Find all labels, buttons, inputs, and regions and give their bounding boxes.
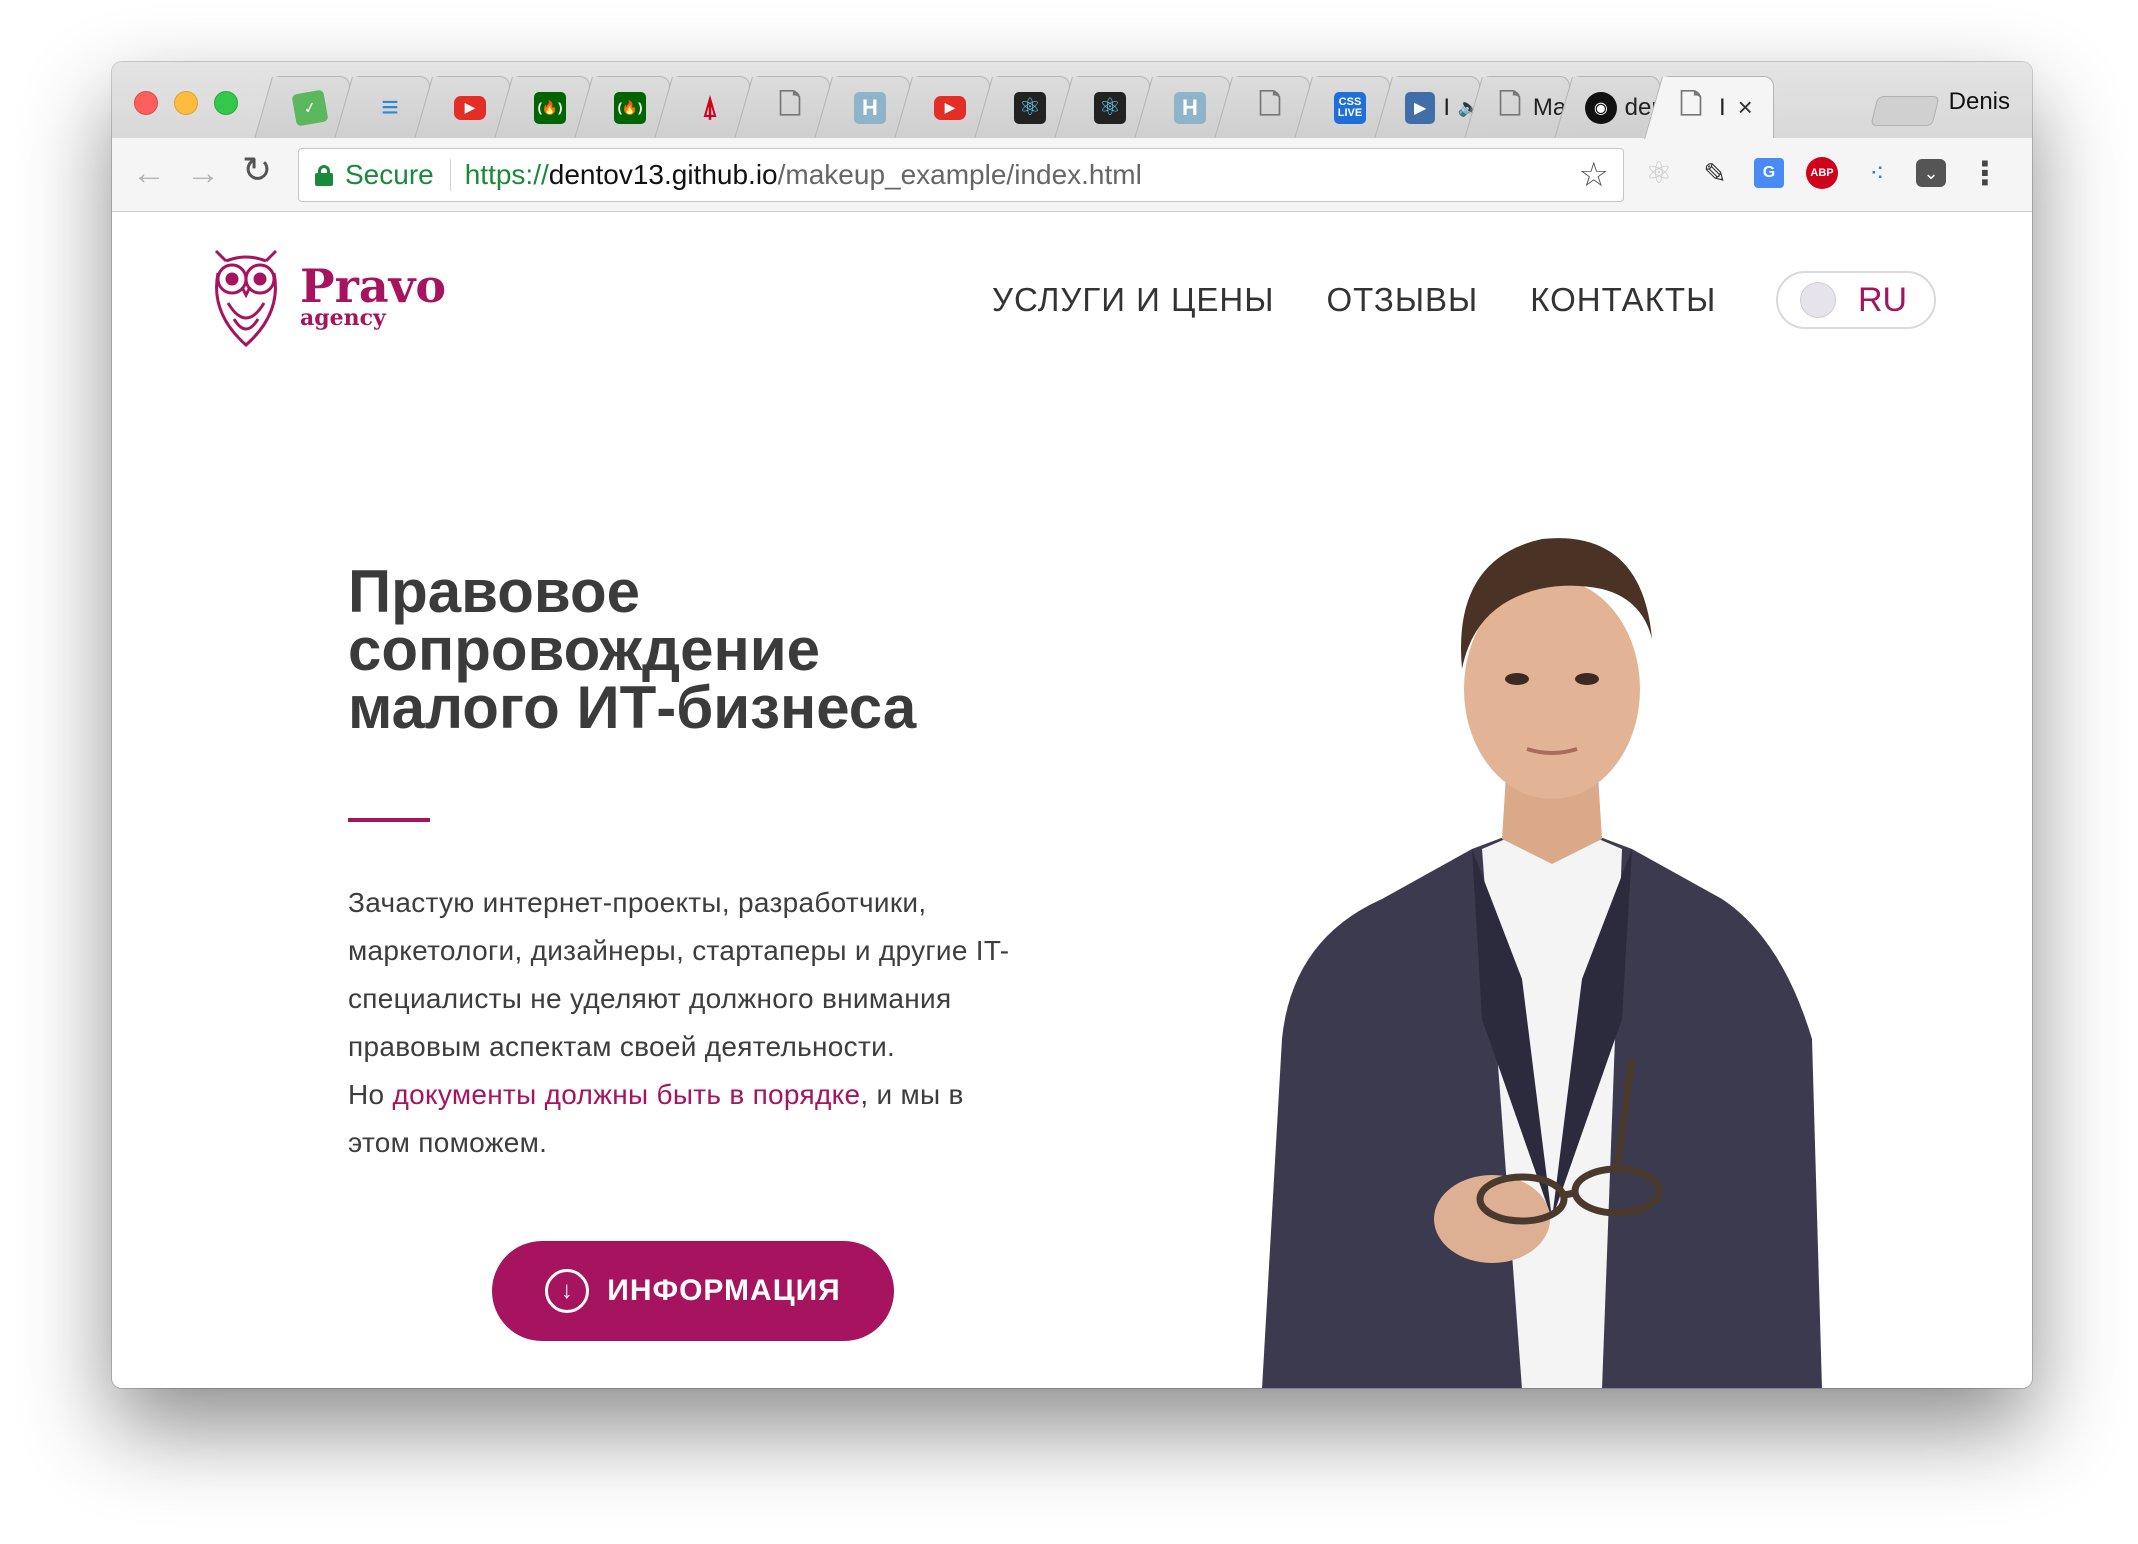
- pocket-icon[interactable]: ⌄: [1916, 159, 1946, 187]
- radio-tower-icon: ⍋: [701, 91, 719, 122]
- tab-active[interactable]: 🗋 I ×: [1660, 76, 1774, 138]
- react-icon: ⚛: [1094, 91, 1126, 124]
- play-icon: ▶: [1405, 91, 1436, 124]
- url-text[interactable]: https://dentov13.github.io/makeup_exampl…: [465, 159, 1142, 191]
- extensions-bar: ⚛ ✎ G ABP ⁖ ⌄ ⋮: [1642, 155, 2002, 191]
- hero-text-line: , и мы в: [860, 1079, 964, 1110]
- adblock-plus-icon[interactable]: ABP: [1806, 157, 1838, 189]
- url-host: dentov13.github.io: [548, 159, 778, 190]
- freecodecamp-icon: (🔥): [614, 91, 646, 124]
- nav-link-services[interactable]: УСЛУГИ И ЦЕНЫ: [992, 281, 1274, 319]
- tab-title: I: [1443, 93, 1450, 121]
- nav-link-contacts[interactable]: КОНТАКТЫ: [1530, 281, 1716, 319]
- browser-window: ✓ ≡ ▶ (🔥) (🔥) ⍋ 🗋 H ▶ ⚛ ⚛ H 🗋 CSS LIVE ▶…: [112, 62, 2032, 1388]
- freecodecamp-icon: (🔥): [534, 91, 566, 124]
- green-gear-icon: ✓: [291, 88, 329, 127]
- hero-text-line: маркетологи, дизайнеры, стартаперы и дру…: [348, 935, 1010, 966]
- css-live-icon: CSS LIVE: [1334, 91, 1366, 124]
- hero-text-line: правовым аспектам своей деятельности.: [348, 1031, 896, 1062]
- language-switch[interactable]: RU: [1776, 271, 1936, 329]
- language-label: RU: [1858, 280, 1908, 319]
- page-icon: 🗋: [778, 88, 802, 120]
- profile-name[interactable]: Denis: [1949, 88, 2010, 116]
- hero-text-line: Зачастую интернет-проекты, разработчики,: [348, 887, 927, 918]
- dots-extension-icon[interactable]: ⁖: [1860, 156, 1894, 190]
- minimize-window-button[interactable]: [174, 91, 198, 115]
- tab-title: I: [1719, 93, 1726, 121]
- secure-label: Secure: [345, 159, 451, 191]
- hero-title-line: сопровождение: [348, 616, 821, 683]
- new-tab-button[interactable]: [1870, 96, 1940, 126]
- owl-logo-icon: [214, 249, 278, 348]
- url-path: /makeup_example/index.html: [777, 159, 1142, 190]
- blue-filter-icon: ≡: [381, 90, 399, 124]
- bookmark-star-icon[interactable]: ☆: [1579, 155, 1609, 195]
- hero-title: Правовое сопровождение малого ИТ-бизнеса: [348, 562, 1068, 738]
- info-button-label: ИНФОРМАЦИЯ: [607, 1274, 841, 1307]
- page-icon: 🗋: [1679, 88, 1703, 120]
- toggle-knob: [1800, 282, 1836, 318]
- url-scheme: https://: [464, 159, 549, 190]
- close-window-button[interactable]: [134, 91, 158, 115]
- hero-text-line: этом поможем.: [348, 1127, 548, 1158]
- browser-menu-icon[interactable]: ⋮: [1968, 155, 2002, 191]
- h-letter-icon: H: [1174, 91, 1206, 124]
- site-logo[interactable]: Pravo agency: [206, 243, 446, 349]
- eyedropper-icon[interactable]: ✎: [1698, 156, 1732, 190]
- tabs: ✓ ≡ ▶ (🔥) (🔥) ⍋ 🗋 H ▶ ⚛ ⚛ H 🗋 CSS LIVE ▶…: [270, 76, 1774, 138]
- youtube-icon: ▶: [934, 95, 966, 120]
- web-page: Pravo agency УСЛУГИ И ЦЕНЫ ОТЗЫВЫ КОНТАК…: [112, 213, 2032, 1388]
- hero-text-line: Но: [348, 1079, 393, 1110]
- nav-link-reviews[interactable]: ОТЗЫВЫ: [1326, 281, 1478, 319]
- logo-wordmark: Pravo agency: [300, 263, 446, 329]
- hero-title-line: Правовое: [348, 558, 641, 625]
- reload-icon[interactable]: ↻: [242, 152, 272, 188]
- youtube-icon: ▶: [454, 95, 486, 120]
- title-divider: [348, 818, 430, 822]
- close-tab-icon[interactable]: ×: [1738, 92, 1753, 123]
- back-arrow-icon[interactable]: ←: [132, 156, 166, 190]
- google-translate-icon[interactable]: G: [1754, 158, 1784, 188]
- hero-title-line: малого ИТ-бизнеса: [348, 674, 917, 741]
- lock-icon: [315, 165, 333, 186]
- github-icon: ◉: [1585, 91, 1617, 124]
- react-icon: ⚛: [1014, 91, 1046, 124]
- page-icon: 🗋: [1498, 88, 1522, 120]
- page-icon: 🗋: [1258, 88, 1282, 120]
- forward-arrow-icon[interactable]: →: [186, 156, 220, 190]
- address-bar[interactable]: Secure https://dentov13.github.io/makeup…: [298, 148, 1624, 202]
- tab-strip: ✓ ≡ ▶ (🔥) (🔥) ⍋ 🗋 H ▶ ⚛ ⚛ H 🗋 CSS LIVE ▶…: [112, 62, 2032, 138]
- hero-text-line: специалисты не уделяют должного внимания: [348, 983, 952, 1014]
- hero-description: Зачастую интернет-проекты, разработчики,…: [348, 879, 1108, 1167]
- arrow-down-circle-icon: ↓: [545, 1269, 590, 1313]
- hero-accent-text: документы должны быть в порядке: [392, 1079, 861, 1110]
- info-button[interactable]: ↓ ИНФОРМАЦИЯ: [492, 1241, 894, 1341]
- zoom-window-button[interactable]: [214, 91, 238, 115]
- logo-name: Pravo: [300, 259, 447, 313]
- h-letter-icon: H: [854, 91, 886, 124]
- browser-toolbar: ← → ↻ Secure https://dentov13.github.io/…: [112, 138, 2032, 212]
- main-nav: УСЛУГИ И ЦЕНЫ ОТЗЫВЫ КОНТАКТЫ: [992, 281, 1716, 319]
- react-devtools-icon[interactable]: ⚛: [1642, 156, 1676, 190]
- lawyer-portrait: [1262, 538, 1822, 1388]
